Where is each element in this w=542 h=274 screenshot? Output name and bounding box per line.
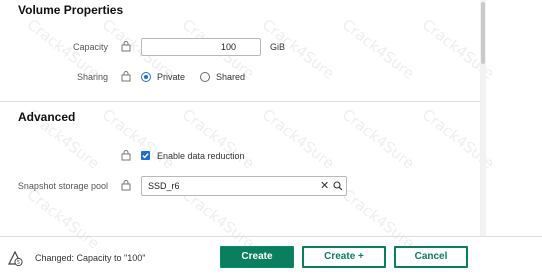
sharing-private-radio[interactable] [141, 72, 151, 82]
watermark: Crack4Sure [338, 185, 418, 253]
sharing-label: Sharing [76, 72, 108, 82]
sharing-shared-label: Shared [216, 72, 246, 82]
svg-text:5: 5 [17, 260, 20, 266]
snapshot-pool-value: SSD_r6 [148, 181, 180, 191]
scrollbar-thumb[interactable] [481, 2, 485, 64]
watermark: Crack4Sure [338, 15, 418, 83]
watermark: Crack4Sure [178, 105, 258, 173]
capacity-unit: GiB [270, 42, 286, 52]
create-plus-button[interactable]: Create + [302, 246, 386, 268]
footer-divider [0, 236, 542, 237]
changed-status-text: Changed: Capacity to "100" [35, 253, 146, 263]
data-reduction-label: Enable data reduction [157, 151, 245, 161]
lock-icon [121, 41, 131, 52]
snapshot-pool-label: Snapshot storage pool [17, 181, 108, 191]
lock-icon [121, 180, 131, 191]
advanced-title: Advanced [18, 110, 76, 124]
snapshot-pool-input[interactable]: SSD_r6 ✕ [141, 176, 347, 196]
capacity-input[interactable]: 100 [141, 38, 261, 56]
sharing-private-label: Private [157, 72, 186, 82]
lock-icon [121, 71, 131, 82]
watermark: Crack4Sure [23, 185, 103, 253]
search-icon[interactable] [333, 181, 343, 191]
section-divider [0, 101, 480, 102]
lock-icon [121, 150, 131, 161]
clear-icon[interactable]: ✕ [320, 179, 329, 192]
volume-properties-title: Volume Properties [18, 3, 124, 17]
changes-icon[interactable]: 5 [6, 249, 24, 267]
checkmark-icon [142, 153, 149, 159]
create-button[interactable]: Create [220, 246, 294, 268]
watermark: Crack4Sure [98, 105, 178, 173]
cancel-button[interactable]: Cancel [394, 246, 468, 268]
sharing-shared-radio[interactable] [200, 72, 210, 82]
watermark: Crack4Sure [338, 105, 418, 173]
watermark: Crack4Sure [258, 105, 338, 173]
data-reduction-checkbox[interactable] [141, 151, 150, 160]
capacity-label: Capacity [72, 42, 108, 52]
capacity-value: 100 [220, 42, 236, 52]
